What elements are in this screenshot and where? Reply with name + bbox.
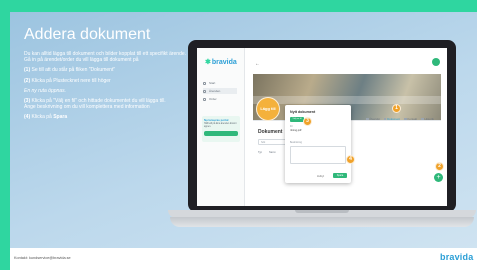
column-name: Namn (269, 151, 276, 154)
sidebar-item-label: Start (209, 81, 216, 85)
footer-logo: bravida (440, 252, 474, 262)
sidebar-item-start[interactable]: Start (203, 80, 237, 86)
avatar[interactable] (432, 58, 440, 66)
save-button[interactable]: Spara (333, 173, 347, 178)
brand-name: bravida (211, 59, 237, 66)
app-sidebar: ✱bravida Start Ärenden Order Nu lanseras… (197, 48, 245, 206)
step-3-text: Klicka på "Välj en fil" och hittade doku… (30, 98, 166, 105)
tab-label: Översikt (369, 117, 380, 121)
step-4: (4) Klicka på Spara (24, 114, 199, 120)
tab-icon (383, 117, 387, 121)
footer-contact: Kontakt: kundservice@bravida.se (14, 256, 71, 260)
step-3: (3) Klicka på "Välj en fil" och hittade … (24, 98, 199, 110)
description-input[interactable] (290, 146, 346, 164)
step-marker-4: 4 (346, 155, 355, 164)
tab-bar: Översikt Dokument Kontakt Historik (366, 116, 442, 122)
description-label: Beskrivning (290, 142, 302, 144)
sidebar-item-arenden[interactable]: Ärenden (203, 88, 237, 94)
step-marker-2: 2 (435, 162, 444, 171)
tab-oversikt[interactable]: Översikt (366, 117, 380, 121)
step-4-text: Klicka på (30, 114, 54, 121)
brand-mark-icon: ✱ (205, 59, 211, 66)
promo-text: Håll koll på dina ärenden direkt i appen… (204, 123, 237, 128)
add-document-button[interactable]: + (434, 173, 443, 182)
instruction-text: Du kan alltid lägga till dokument och bi… (24, 51, 199, 125)
promo-title: Nu lanseras portal (204, 118, 229, 122)
tab-label: Kontakt (407, 117, 418, 121)
step-marker-1: 1 (392, 104, 401, 113)
tab-icon (366, 117, 369, 121)
step-4-save-word: Spara (53, 114, 68, 121)
back-arrow-icon[interactable]: ← (255, 61, 260, 67)
step-marker-add: Lägg till (256, 97, 280, 121)
tab-kontakt[interactable]: Kontakt (404, 117, 417, 121)
laptop-foot (170, 217, 474, 227)
info-line: En ny ruta öppnas. (24, 88, 199, 94)
new-document-dialog: Nytt dokument Välj en fil Fil ritning.pd… (285, 105, 351, 183)
tab-label: Historik (424, 117, 434, 121)
intro-line-2: Gå in på ärendet/order du vill lägga til… (24, 57, 139, 64)
slide-title: Addera dokument (24, 26, 151, 43)
tab-icon (404, 117, 407, 121)
choose-file-button[interactable]: Välj en fil (290, 117, 304, 122)
cancel-button[interactable]: Avbryt (317, 175, 324, 178)
tab-historik[interactable]: Historik (421, 117, 434, 121)
sidebar-item-order[interactable]: Order (203, 96, 237, 102)
sidebar-item-label: Order (209, 97, 217, 101)
document-heading: Dokument (258, 129, 283, 135)
left-accent-bar (0, 0, 10, 270)
column-type: Typ (258, 151, 263, 154)
step-3-subtext: Ange beskrivning om du vill komplettera … (24, 104, 150, 111)
file-label: Fil (290, 126, 293, 128)
step-1-text: Se till att du står på fliken "Dokument" (30, 67, 116, 74)
list-icon (203, 89, 206, 93)
file-name: ritning.pdf (290, 129, 302, 132)
document-columns: Typ Namn (258, 151, 283, 154)
info-text: En ny ruta öppnas. (24, 87, 66, 94)
tab-label: Dokument (387, 117, 401, 121)
step-1: (1) Se till att du står på fliken "Dokum… (24, 67, 199, 73)
laptop-notch (295, 210, 349, 213)
promo-button[interactable] (204, 131, 238, 136)
tab-dokument[interactable]: Dokument (383, 117, 401, 121)
banner-overlay (253, 96, 441, 104)
tab-icon (421, 117, 424, 121)
home-icon (203, 81, 206, 85)
step-2-text: Klicka på Plustecknet nere till höger (30, 77, 111, 84)
top-accent-bar (0, 0, 477, 12)
step-2: (2) Klicka på Plustecknet nere till höge… (24, 78, 199, 84)
app-topbar: ← (245, 48, 447, 72)
dialog-title: Nytt dokument (290, 110, 316, 114)
step-marker-3: 3 (303, 117, 312, 126)
promo-card: Nu lanseras portal Håll koll på dina äre… (202, 116, 240, 142)
sidebar-item-label: Ärenden (209, 89, 221, 93)
order-icon (203, 97, 206, 101)
brand-logo: ✱bravida (205, 58, 237, 66)
